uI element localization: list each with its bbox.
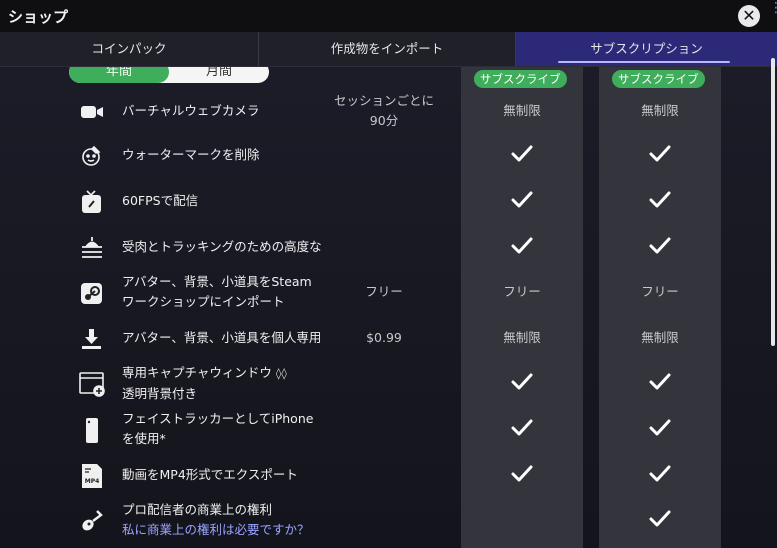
checkmark-icon: [649, 372, 671, 392]
feature-row: 専用キャプチャウィンドウ ◊◊ 透明背景付き: [0, 361, 770, 405]
svg-text:MP4: MP4: [85, 478, 100, 485]
checkmark-icon: [649, 418, 671, 438]
plan-1-value: 無制限: [503, 330, 541, 345]
plan-2-value: [599, 144, 721, 167]
feature-label: ウォーターマークを削除: [122, 145, 260, 165]
checkmark-icon: [649, 509, 671, 529]
feature-label-line: 透明背景付き: [122, 386, 198, 401]
tab-bar: コインパック 作成物をインポート サブスクリプション: [0, 32, 777, 67]
feature-label-line: ワークショップにインポート: [122, 294, 285, 309]
feature-row: フェイストラッカーとしてiPhone を使用*: [0, 407, 770, 451]
feature-label: 専用キャプチャウィンドウ ◊◊ 透明背景付き: [122, 363, 287, 404]
camera-icon: [78, 99, 106, 125]
plan-2-value: [599, 464, 721, 487]
plan-2-value: 無制限: [641, 330, 679, 345]
feature-label: 受肉とトラッキングのための高度な: [122, 237, 322, 257]
feature-label: プロ配信者の商業上の権利私に商業上の権利は必要ですか？: [122, 500, 310, 540]
checkmark-icon: [511, 464, 533, 484]
mp4-icon: MP4: [78, 463, 106, 489]
diamond-icon: ◊◊: [275, 367, 287, 380]
plan-2-value: 無制限: [641, 103, 679, 118]
feature-row: アバター、背景、小道具をSteam ワークショップにインポート フリー フリー フリー: [0, 270, 770, 314]
free-tier-value: $0.99: [366, 330, 402, 345]
feature-row: 60FPSで配信: [0, 179, 770, 223]
plan-2-value: [599, 418, 721, 441]
plan-1-value: [461, 236, 583, 259]
free-tier-value: フリー: [365, 284, 403, 299]
guitar-icon: [78, 508, 106, 534]
feature-label-line: 受肉とトラッキングのための高度な: [122, 239, 322, 254]
subscribe-button-plan-1[interactable]: サブスクライブ: [474, 70, 567, 88]
plan-1-value: [461, 372, 583, 395]
tracking-icon: [78, 235, 106, 261]
tab-coin-pack[interactable]: コインパック: [0, 32, 259, 66]
tab-subscription-label: サブスクリプション: [590, 41, 703, 56]
scrollbar[interactable]: [771, 58, 775, 346]
checkmark-icon: [511, 236, 533, 256]
plan-1-value: フリー: [503, 284, 541, 299]
feature-row: プロ配信者の商業上の権利私に商業上の権利は必要ですか？: [0, 498, 770, 542]
tab-subscription[interactable]: サブスクリプション: [516, 32, 777, 66]
checkmark-icon: [511, 144, 533, 164]
checkmark-icon: [649, 144, 671, 164]
subscription-panel: 年間 月間 サブスクライブ サブスクライブ バーチャルウェブカメラ セッションごと…: [0, 67, 777, 548]
feature-label-line: アバター、背景、小道具をSteam: [122, 274, 312, 289]
plan-1-value: [461, 190, 583, 213]
plan-1-value: [461, 418, 583, 441]
feature-label: アバター、背景、小道具を個人専用: [122, 328, 321, 348]
feature-row: MP4 動画をMP4形式でエクスポート: [0, 453, 770, 497]
subscribe-button-plan-2[interactable]: サブスクライブ: [612, 70, 705, 88]
commercial-rights-link[interactable]: 私に商業上の権利は必要ですか？: [122, 520, 310, 540]
feature-label-line: バーチャルウェブカメラ: [122, 103, 260, 118]
checkmark-icon: [649, 190, 671, 210]
tab-import-creations[interactable]: 作成物をインポート: [259, 32, 516, 66]
more-options-icon[interactable]: ⋮: [769, 1, 777, 28]
feature-label-line: フェイストラッカーとしてiPhone: [122, 411, 314, 426]
plan-2-value: [599, 372, 721, 395]
feature-label: アバター、背景、小道具をSteam ワークショップにインポート: [122, 272, 312, 312]
feature-label: バーチャルウェブカメラ: [122, 101, 259, 121]
yearly-option[interactable]: 年間: [69, 67, 169, 83]
feature-label-line: 60FPSで配信: [122, 193, 199, 208]
phone-icon: [78, 417, 106, 443]
plan-2-value: [599, 509, 721, 532]
feature-row: 受肉とトラッキングのための高度な: [0, 225, 770, 269]
checkmark-icon: [649, 236, 671, 256]
feature-row: バーチャルウェブカメラ セッションごとに 90分 無制限 無制限: [0, 89, 770, 133]
feature-row: ウォーターマークを削除: [0, 133, 770, 177]
billing-period-toggle[interactable]: 年間 月間: [69, 67, 269, 83]
feature-label-line: ウォーターマークを削除: [122, 147, 260, 162]
feature-label: フェイストラッカーとしてiPhone を使用*: [122, 409, 313, 449]
window-add-icon: [78, 371, 106, 397]
download-icon: [78, 326, 106, 352]
feature-row: アバター、背景、小道具を個人専用 $0.99 無制限 無制限: [0, 316, 770, 360]
title-bar: ショップ ✕ ⋮: [0, 0, 777, 33]
checkmark-icon: [511, 190, 533, 210]
window-title: ショップ: [8, 8, 69, 26]
plan-2-value: [599, 236, 721, 259]
feature-label-line: プロ配信者の商業上の権利: [122, 502, 273, 517]
plan-1-value: 無制限: [503, 103, 541, 118]
checkmark-icon: [511, 372, 533, 392]
feature-label-line: を使用*: [122, 431, 166, 446]
feature-label-line: 動画をMP4形式でエクスポート: [122, 467, 298, 482]
monthly-option[interactable]: 月間: [169, 67, 269, 83]
feature-label-line: アバター、背景、小道具を個人専用: [122, 330, 322, 345]
checkmark-icon: [511, 418, 533, 438]
checkmark-icon: [649, 464, 671, 484]
free-tier-value: セッションごとに 90分: [333, 93, 434, 128]
feature-label: 動画をMP4形式でエクスポート: [122, 465, 298, 485]
watermark-icon: [78, 143, 106, 169]
steam-icon: [78, 280, 106, 306]
feature-label-line: 専用キャプチャウィンドウ ◊◊: [122, 365, 287, 380]
close-button[interactable]: ✕: [738, 5, 760, 27]
plan-2-value: [599, 190, 721, 213]
plan-2-value: フリー: [641, 284, 679, 299]
tv-icon: [78, 189, 106, 215]
plan-1-value: [461, 144, 583, 167]
active-tab-indicator: [558, 61, 730, 63]
feature-label: 60FPSで配信: [122, 191, 198, 211]
plan-1-value: [461, 464, 583, 487]
